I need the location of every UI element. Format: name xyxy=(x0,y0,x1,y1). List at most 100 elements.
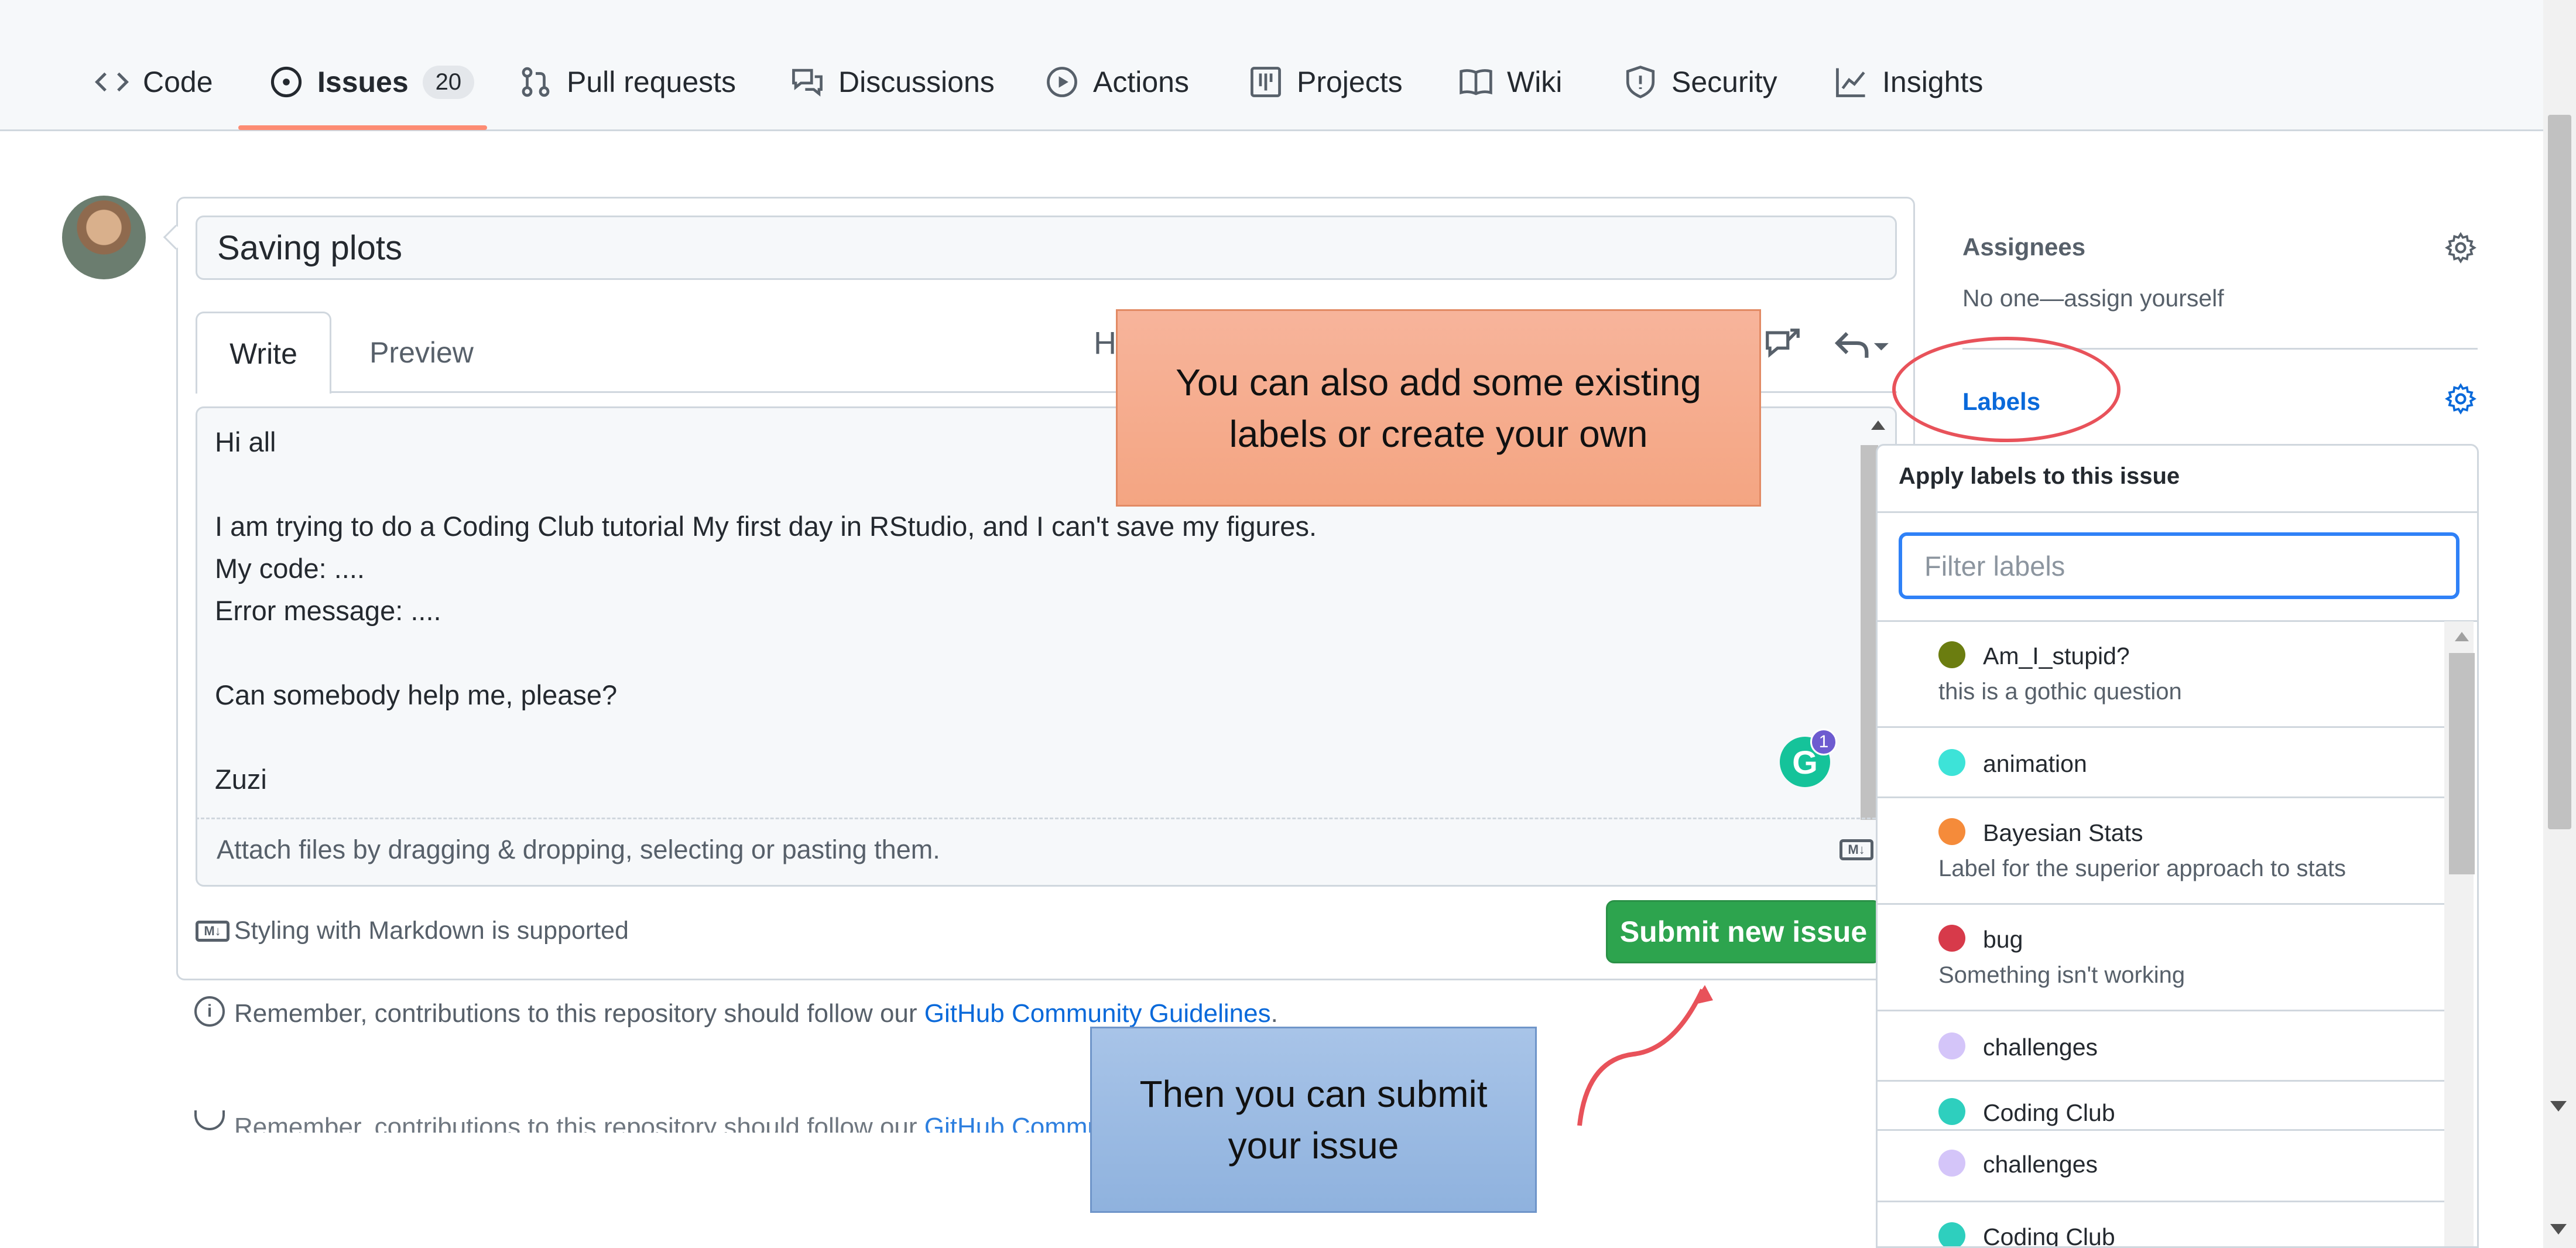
code-icon xyxy=(95,65,129,99)
tab-actions-label: Actions xyxy=(1093,66,1189,98)
tab-pull-requests[interactable]: Pull requests xyxy=(519,53,736,111)
body-line: My code: .... xyxy=(215,553,365,584)
label-item[interactable]: Am_I_stupid? this is a gothic question xyxy=(1878,621,2445,728)
page-scrollbar-thumb[interactable] xyxy=(2548,115,2571,829)
saved-replies-icon[interactable] xyxy=(1832,325,1891,366)
issues-count-badge: 20 xyxy=(422,65,475,99)
label-description: this is a gothic question xyxy=(1938,679,2182,705)
git-pull-request-icon xyxy=(519,65,553,99)
scroll-down-arrow-icon[interactable] xyxy=(2550,1101,2567,1112)
body-line: Error message: .... xyxy=(215,595,441,626)
dropdown-scrollbar-thumb[interactable] xyxy=(2449,653,2475,874)
label-name: Coding Club xyxy=(1983,1223,2115,1248)
gear-icon[interactable] xyxy=(2444,382,2477,415)
tab-projects-label: Projects xyxy=(1297,66,1403,98)
label-item[interactable]: Coding Club xyxy=(1878,1202,2445,1248)
label-color-dot xyxy=(1938,818,1965,845)
tab-code-label: Code xyxy=(143,66,213,98)
scroll-down-arrow-icon[interactable] xyxy=(2550,1224,2567,1235)
avatar[interactable] xyxy=(62,196,146,279)
submit-new-issue-button[interactable]: Submit new issue xyxy=(1606,900,1881,963)
assign-yourself-link[interactable]: No one—assign yourself xyxy=(1962,285,2224,312)
label-description: Label for the superior approach to stats xyxy=(1938,856,2346,881)
guidelines-suffix: . xyxy=(1270,999,1278,1028)
tab-wiki[interactable]: Wiki xyxy=(1459,53,1562,111)
labels-dropdown: Apply labels to this issue Filter labels… xyxy=(1876,444,2479,1248)
info-icon xyxy=(194,1110,225,1130)
heading-tool-button[interactable]: H xyxy=(1094,325,1116,361)
tab-write[interactable]: Write xyxy=(196,312,331,394)
issue-opened-icon xyxy=(269,65,303,99)
contribution-guidelines-note: Remember, contributions to this reposito… xyxy=(234,999,1278,1028)
table-icon xyxy=(1249,65,1283,99)
label-color-dot xyxy=(1938,641,1965,668)
label-item[interactable]: animation xyxy=(1878,728,2445,798)
label-item[interactable]: Bayesian Stats Label for the superior ap… xyxy=(1878,798,2445,905)
filter-labels-input[interactable]: Filter labels xyxy=(1899,532,2459,599)
shield-icon xyxy=(1623,65,1657,99)
label-name: challenges xyxy=(1983,1034,2098,1061)
attach-files-hint[interactable]: Attach files by dragging & dropping, sel… xyxy=(217,835,940,865)
label-name: animation xyxy=(1983,750,2087,777)
labels-highlight-circle xyxy=(1892,337,2121,442)
tab-security-label: Security xyxy=(1671,66,1777,98)
label-color-dot xyxy=(1938,1098,1965,1125)
labels-callout: You can also add some existing labels or… xyxy=(1116,309,1761,507)
tab-issues-label: Issues xyxy=(317,66,409,98)
guidelines-prefix: Remember, contributions to this reposito… xyxy=(234,999,924,1028)
submit-callout: Then you can submit your issue xyxy=(1090,1027,1537,1213)
curved-arrow-icon xyxy=(1577,985,1713,1126)
label-name: bug xyxy=(1983,926,2023,953)
markdown-support-note[interactable]: Styling with Markdown is supported xyxy=(234,917,629,945)
tab-code[interactable]: Code xyxy=(95,53,213,111)
editor-scroll-up-icon[interactable] xyxy=(1871,420,1885,430)
play-icon xyxy=(1045,65,1079,99)
label-color-dot xyxy=(1938,1150,1965,1177)
dropdown-title: Apply labels to this issue xyxy=(1899,463,2180,489)
body-line: Can somebody help me, please? xyxy=(215,679,618,710)
label-item[interactable]: Coding Club xyxy=(1878,1082,2445,1131)
label-item[interactable]: bug Something isn't working xyxy=(1878,905,2445,1011)
tab-issues[interactable]: Issues 20 xyxy=(269,53,475,111)
active-tab-underline xyxy=(238,125,487,130)
label-color-dot xyxy=(1938,1032,1965,1059)
body-line: I am trying to do a Coding Club tutorial… xyxy=(215,511,1317,542)
markdown-icon: M↓ xyxy=(1839,839,1873,860)
tab-insights[interactable]: Insights xyxy=(1834,53,1983,111)
tab-wiki-label: Wiki xyxy=(1507,66,1563,98)
tab-pull-requests-label: Pull requests xyxy=(567,66,737,98)
tab-discussions-label: Discussions xyxy=(838,66,995,98)
tab-actions[interactable]: Actions xyxy=(1045,53,1189,111)
dropdown-divider xyxy=(1878,511,2477,513)
label-name: challenges xyxy=(1983,1151,2098,1178)
attach-divider xyxy=(196,818,1897,819)
issue-title-input[interactable]: Saving plots xyxy=(196,216,1897,280)
gear-icon[interactable] xyxy=(2444,231,2477,264)
scroll-up-arrow-icon[interactable] xyxy=(2455,632,2469,641)
label-item[interactable]: challenges xyxy=(1878,1131,2445,1202)
label-color-dot xyxy=(1938,925,1965,952)
tab-security[interactable]: Security xyxy=(1623,53,1777,111)
body-line: Zuzi xyxy=(215,764,267,795)
assignees-heading[interactable]: Assignees xyxy=(1962,233,2085,261)
book-icon xyxy=(1459,65,1493,99)
cross-reference-icon[interactable] xyxy=(1762,325,1803,366)
markdown-icon: M↓ xyxy=(196,921,229,942)
label-color-dot xyxy=(1938,749,1965,776)
label-color-dot xyxy=(1938,1222,1965,1246)
contribution-guidelines-note-duplicate: Remember, contributions to this reposito… xyxy=(234,1113,1142,1133)
tab-projects[interactable]: Projects xyxy=(1249,53,1403,111)
label-item[interactable]: challenges xyxy=(1878,1011,2445,1082)
body-line: Hi all xyxy=(215,426,276,457)
tab-insights-label: Insights xyxy=(1882,66,1984,98)
tab-preview[interactable]: Preview xyxy=(351,312,492,394)
label-description: Something isn't working xyxy=(1938,962,2186,988)
community-guidelines-link[interactable]: GitHub Community Guidelines xyxy=(924,999,1271,1028)
label-name: Am_I_stupid? xyxy=(1983,642,2130,669)
label-name: Bayesian Stats xyxy=(1983,819,2143,846)
graph-icon xyxy=(1834,65,1868,99)
tab-discussions[interactable]: Discussions xyxy=(790,53,995,111)
grammarly-badge: 1 xyxy=(1810,729,1837,755)
label-name: Coding Club xyxy=(1983,1099,2115,1126)
info-icon: i xyxy=(194,996,225,1027)
